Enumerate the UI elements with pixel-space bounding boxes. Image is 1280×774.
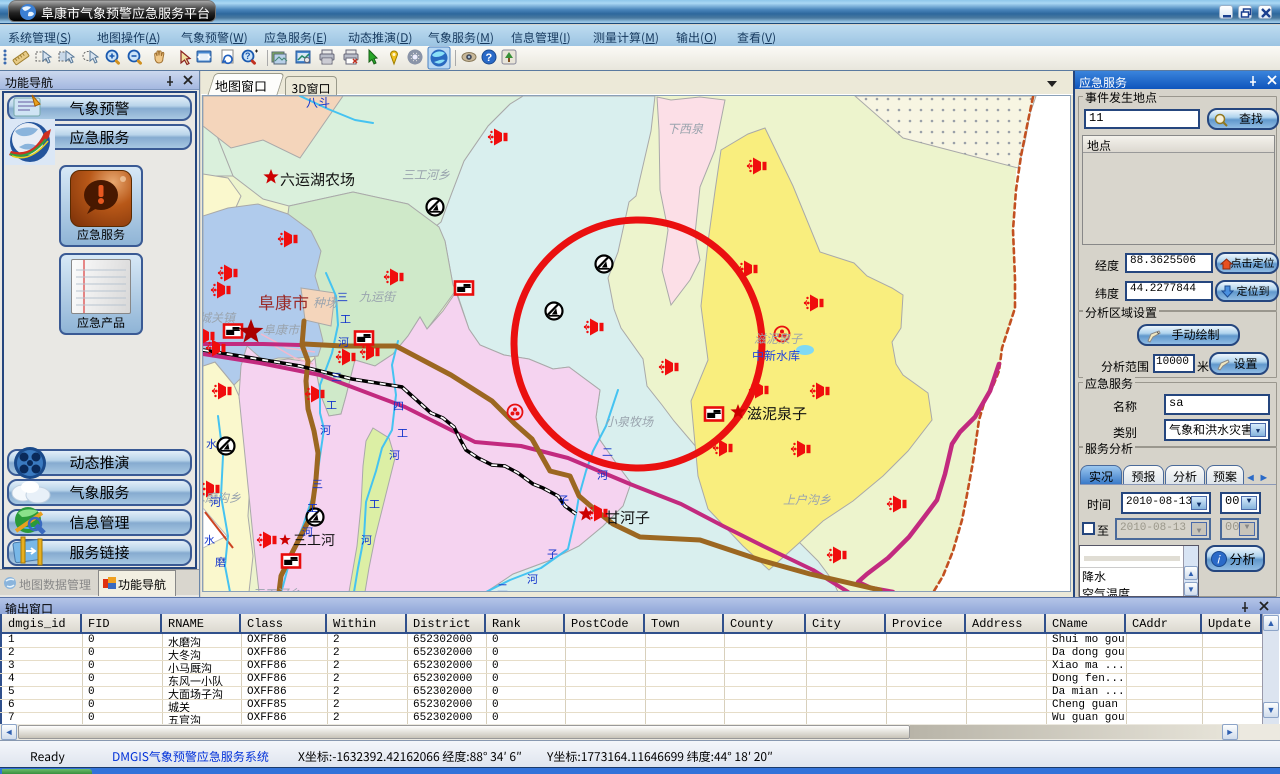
svg-text:工: 工 [397,425,408,441]
svg-text:滋泥泉子: 滋泥泉子 [754,330,803,347]
svg-text:甘河子: 甘河子 [605,507,650,528]
svg-text:磨: 磨 [215,554,226,570]
svg-text:六运湖农场: 六运湖农场 [280,169,355,190]
svg-text:上户沟乡: 上户沟乡 [783,491,831,508]
svg-text:种场: 种场 [313,294,338,311]
svg-text:二: 二 [497,580,508,592]
svg-text:二: 二 [602,444,613,460]
svg-text:小泉牧场: 小泉牧场 [605,413,654,430]
svg-text:三: 三 [312,476,323,492]
svg-text:三工河乡: 三工河乡 [402,166,450,183]
svg-text:工: 工 [340,311,351,327]
svg-text:三工河乡: 三工河乡 [252,585,300,592]
svg-text:水: 水 [204,532,215,548]
svg-text:工: 工 [307,500,318,516]
svg-text:?: ? [245,49,251,62]
svg-text:河: 河 [320,422,331,438]
svg-text:水磨沟乡: 水磨沟乡 [203,489,241,506]
svg-text:水: 水 [206,436,217,452]
svg-text:子: 子 [558,492,569,508]
svg-text:三工河: 三工河 [293,530,335,550]
svg-text:子: 子 [547,546,558,562]
svg-text:河: 河 [338,334,349,350]
svg-text:阜康市: 阜康市 [263,321,301,338]
svg-text:?: ? [486,49,493,65]
svg-text:下西泉: 下西泉 [667,120,704,137]
svg-text:滋泥泉子: 滋泥泉子 [747,403,807,424]
svg-text:八斗: 八斗 [306,96,330,111]
svg-text:城关镇: 城关镇 [203,309,237,326]
svg-text:三: 三 [337,289,348,305]
svg-text:河: 河 [597,467,608,483]
svg-text:河: 河 [361,532,372,548]
svg-text:九运街: 九运街 [359,288,397,305]
svg-text:河: 河 [302,524,313,540]
svg-text:三: 三 [331,369,342,385]
svg-text:河: 河 [389,447,400,463]
svg-text:工: 工 [369,496,380,512]
svg-text:中新水库: 中新水库 [752,347,800,364]
svg-text:阜康市: 阜康市 [258,289,309,314]
svg-text:四: 四 [393,398,404,414]
svg-text:工: 工 [326,397,337,413]
svg-text:河: 河 [527,571,538,587]
svg-text:河: 河 [210,494,221,510]
